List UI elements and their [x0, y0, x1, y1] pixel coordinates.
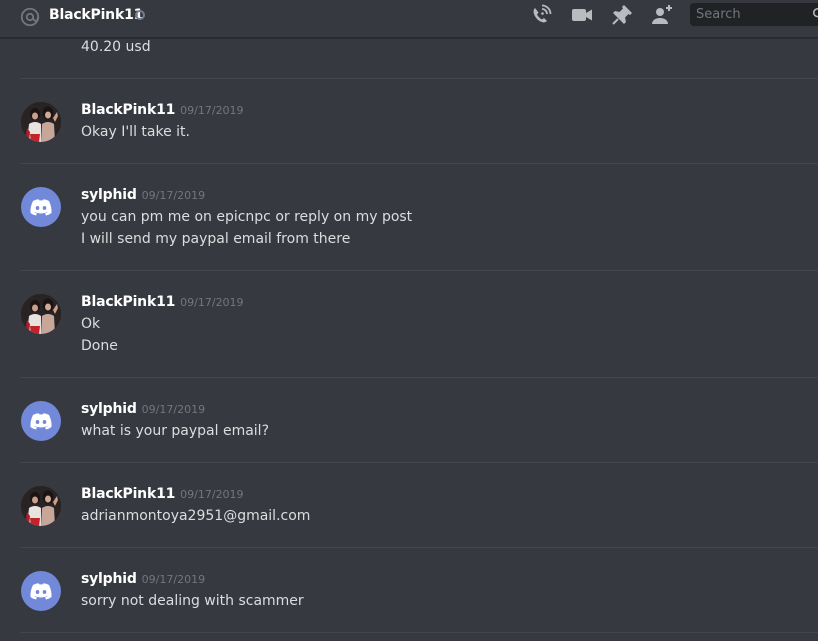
- timestamp: 09/17/2019: [180, 296, 244, 309]
- message-divider: [20, 462, 818, 463]
- message-group: BlackPink11 09/17/2019 Ok Done: [0, 291, 818, 354]
- message-content: Okay I'll take it.: [81, 124, 190, 140]
- search-input[interactable]: [690, 3, 818, 26]
- message-content: 40.20 usd: [81, 39, 151, 55]
- message-list[interactable]: 40.20 usd BlackPink11 09/17/2019 Okay I'…: [0, 38, 818, 641]
- voice-call-icon[interactable]: [529, 3, 553, 27]
- pinned-messages-icon[interactable]: [610, 3, 634, 27]
- user-photo-icon: [21, 294, 61, 334]
- message-content: I will send my paypal email from there: [81, 231, 351, 247]
- username[interactable]: sylphid: [81, 568, 137, 590]
- user-photo-icon: [21, 102, 61, 142]
- avatar[interactable]: [21, 294, 61, 334]
- search-box[interactable]: [690, 3, 818, 26]
- channel-name: BlackPink11: [49, 7, 144, 23]
- timestamp: 09/17/2019: [180, 104, 244, 117]
- message-divider: [20, 632, 818, 633]
- message-content: Ok: [81, 316, 101, 332]
- message-content: you can pm me on epicnpc or reply on my …: [81, 209, 413, 225]
- message-content: sorry not dealing with scammer: [81, 593, 304, 609]
- avatar[interactable]: [21, 102, 61, 142]
- message-divider: [20, 270, 818, 271]
- message-content: Done: [81, 338, 118, 354]
- discord-logo-icon: [30, 583, 52, 600]
- username[interactable]: sylphid: [81, 398, 137, 420]
- at-icon: [20, 7, 40, 27]
- message-divider: [20, 163, 818, 164]
- channel-header: BlackPink11: [0, 0, 818, 38]
- timestamp: 09/17/2019: [141, 189, 206, 202]
- avatar[interactable]: [21, 187, 61, 227]
- avatar[interactable]: [21, 401, 61, 441]
- message-content: what is your paypal email?: [81, 423, 270, 439]
- avatar[interactable]: [21, 571, 61, 611]
- video-call-icon[interactable]: [570, 3, 594, 27]
- message-divider: [20, 377, 818, 378]
- add-friend-icon[interactable]: [650, 3, 674, 27]
- message-divider: [20, 78, 818, 79]
- username[interactable]: BlackPink11: [81, 483, 175, 505]
- avatar[interactable]: [21, 486, 61, 526]
- user-photo-icon: [21, 486, 61, 526]
- timestamp: 09/17/2019: [180, 488, 244, 501]
- search-icon: [812, 7, 818, 18]
- username[interactable]: BlackPink11: [81, 99, 175, 121]
- status-offline-icon: [135, 10, 145, 20]
- message-group: BlackPink11 09/17/2019 Okay I'll take it…: [0, 99, 818, 142]
- username[interactable]: sylphid: [81, 184, 137, 206]
- username[interactable]: BlackPink11: [81, 291, 175, 313]
- message-group: BlackPink11 09/17/2019 adrianmontoya2951…: [0, 483, 818, 526]
- message-content: adrianmontoya2951@gmail.com: [81, 508, 311, 524]
- timestamp: 09/17/2019: [141, 403, 206, 416]
- discord-logo-icon: [30, 413, 52, 430]
- message-divider: [20, 547, 818, 548]
- timestamp: 09/17/2019: [141, 573, 206, 586]
- discord-logo-icon: [30, 199, 52, 216]
